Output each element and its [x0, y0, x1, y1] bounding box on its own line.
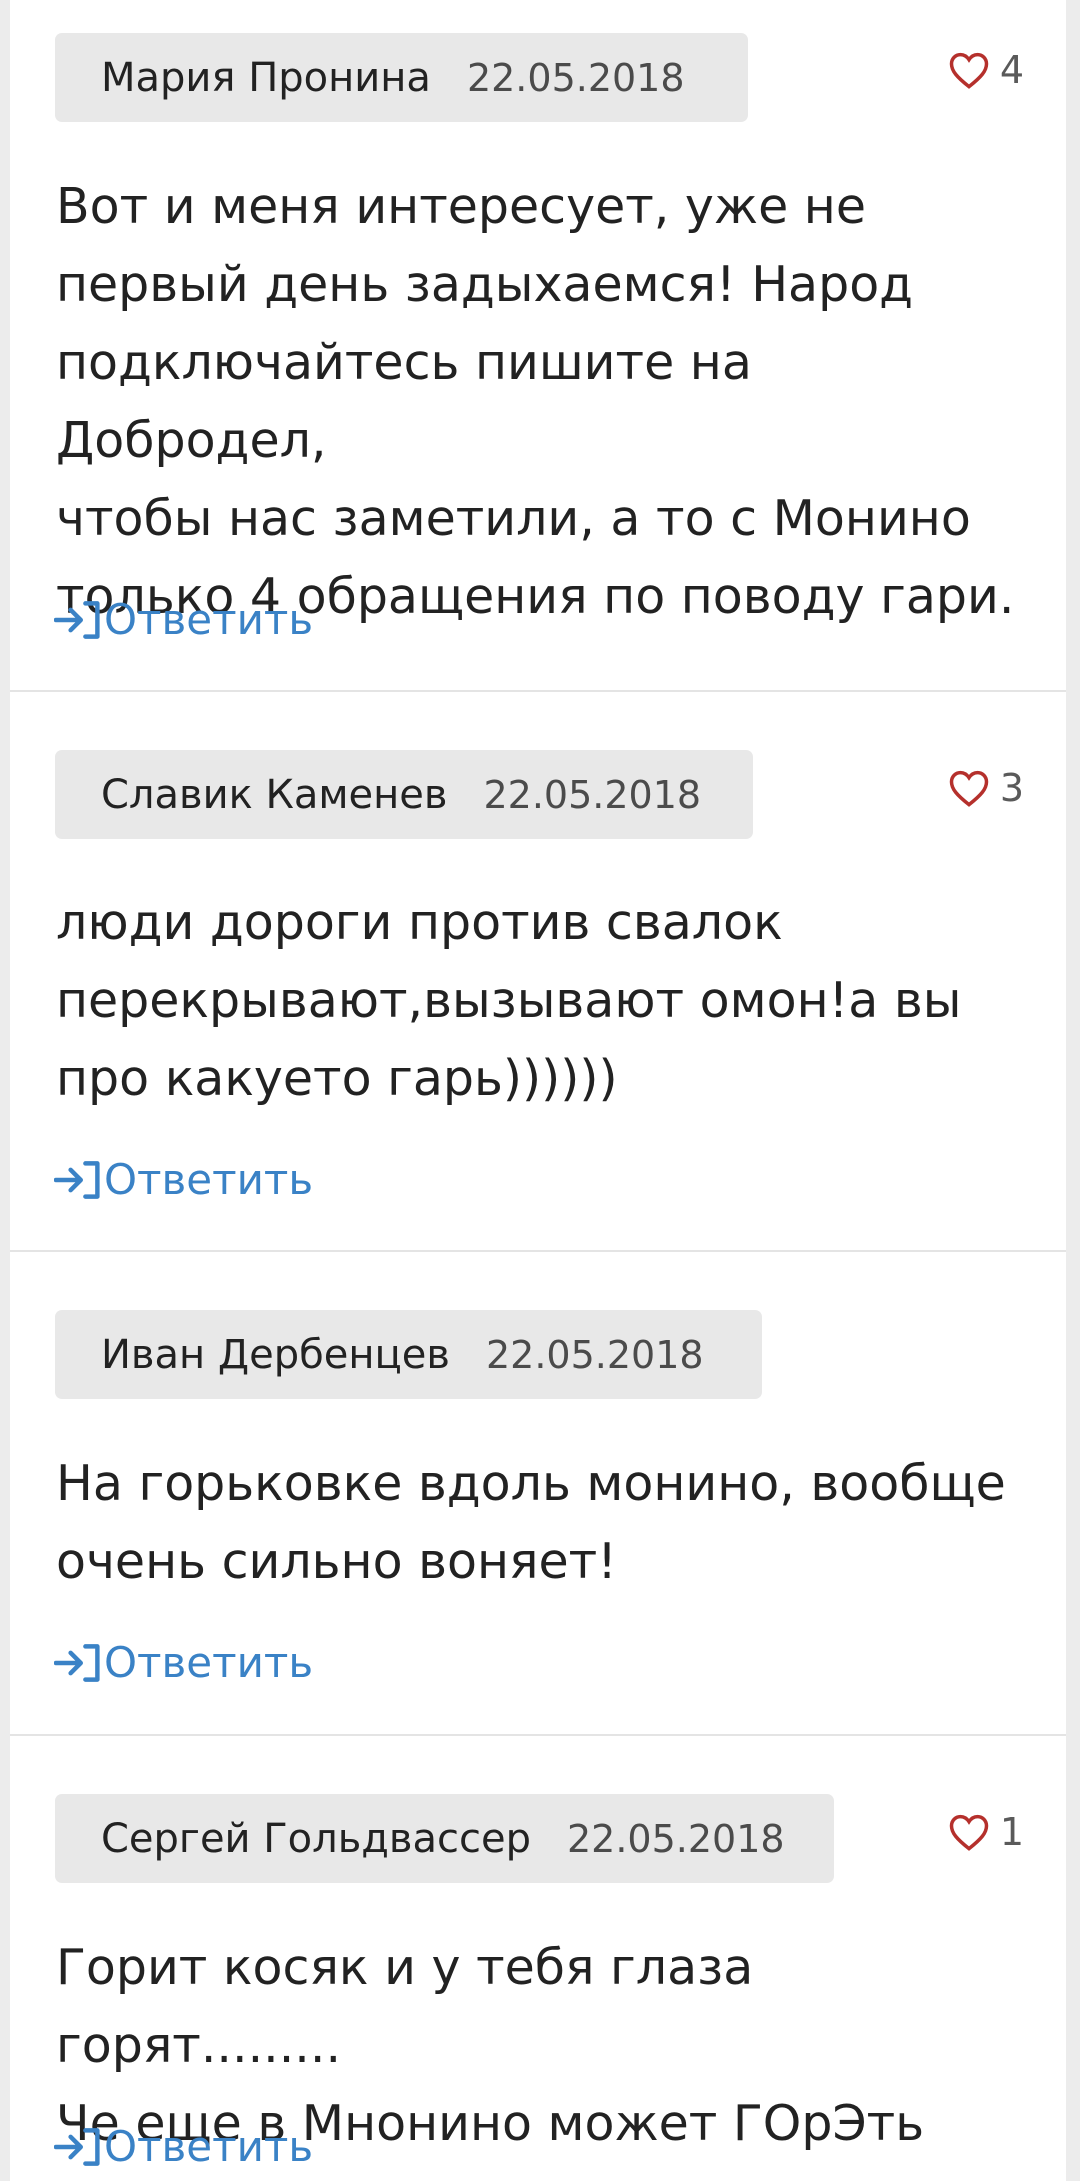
comment-author[interactable]: Иван Дербенцев: [101, 1332, 450, 1378]
comment-text: Вот и меня интересует, уже не первый ден…: [56, 178, 1015, 625]
heart-outline-icon: [949, 1814, 989, 1851]
reply-arrow-icon: [54, 1160, 100, 1199]
comment-author[interactable]: Мария Пронина: [101, 55, 431, 101]
reply-label: Ответить: [104, 595, 314, 644]
reply-link[interactable]: Ответить: [54, 1155, 313, 1204]
comment-date: 22.05.2018: [485, 1332, 704, 1377]
comment-meta: Иван Дербенцев 22.05.2018: [55, 1310, 762, 1399]
comment-item: Славик Каменев 22.05.2018 3 люди дороги …: [10, 690, 1066, 1252]
comment-meta: Славик Каменев 22.05.2018: [55, 750, 753, 839]
comment-meta: Сергей Гольдвассер 22.05.2018: [55, 1794, 834, 1883]
comment-item: Сергей Гольдвассер 22.05.2018 1 Горит ко…: [10, 1734, 1066, 2181]
reply-label: Ответить: [104, 1155, 314, 1204]
left-gutter: [0, 0, 10, 2181]
heart-outline-icon: [949, 52, 989, 89]
comment-date: 22.05.2018: [483, 772, 702, 817]
reply-arrow-icon: [54, 1643, 100, 1682]
right-gutter: [1066, 0, 1080, 2181]
heart-outline-icon: [949, 770, 989, 807]
comment-date: 22.05.2018: [466, 55, 685, 100]
reply-link[interactable]: Ответить: [54, 2122, 313, 2171]
reply-arrow-icon: [54, 2127, 100, 2166]
comment-text: На горьковке вдоль монино, вообще очень …: [56, 1455, 1006, 1590]
comment-author[interactable]: Славик Каменев: [101, 772, 447, 818]
reply-link[interactable]: Ответить: [54, 595, 313, 644]
like-count: 3: [999, 766, 1024, 810]
reply-label: Ответить: [104, 2122, 314, 2171]
comment-meta: Мария Пронина 22.05.2018: [55, 33, 748, 122]
reply-link[interactable]: Ответить: [54, 1638, 313, 1687]
like-button[interactable]: 3: [948, 766, 1024, 810]
like-button[interactable]: 4: [948, 48, 1024, 92]
like-count: 4: [999, 48, 1024, 92]
like-count: 1: [999, 1810, 1024, 1854]
comments-page: Мария Пронина 22.05.2018 4 Вот и меня ин…: [0, 0, 1080, 2181]
comment-date: 22.05.2018: [567, 1816, 785, 1861]
comment-item: Мария Пронина 22.05.2018 4 Вот и меня ин…: [10, 0, 1066, 692]
comment-text: люди дороги против свалок перекрывают,вы…: [56, 894, 962, 1107]
like-button[interactable]: 1: [948, 1810, 1024, 1854]
reply-label: Ответить: [104, 1638, 314, 1687]
comment-author[interactable]: Сергей Гольдвассер: [101, 1816, 531, 1862]
comment-item: Иван Дербенцев 22.05.2018 На горьковке в…: [10, 1250, 1066, 1736]
reply-arrow-icon: [54, 600, 100, 639]
